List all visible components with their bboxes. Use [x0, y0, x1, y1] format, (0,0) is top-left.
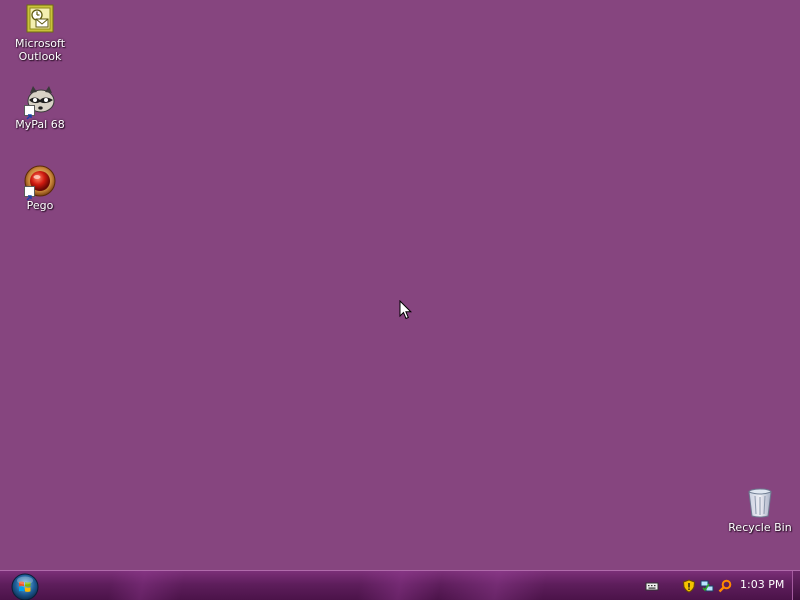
show-desktop-button[interactable]	[792, 571, 800, 600]
desktop-icon-label: Recycle Bin	[728, 521, 792, 534]
mypal-raccoon-icon	[24, 84, 56, 120]
recycle-bin-icon	[744, 487, 776, 519]
windows-start-orb-icon[interactable]	[10, 572, 40, 600]
desktop-icon-mypal-68[interactable]: MyPal 68	[2, 84, 78, 131]
outlook-icon	[24, 3, 56, 35]
taskbar: 1:03 PM	[0, 570, 800, 600]
desktop-icon-label: MyPal 68	[15, 118, 65, 131]
keyboard-icon[interactable]	[645, 578, 659, 592]
pego-red-orb-icon	[24, 165, 56, 201]
system-tray: 1:03 PM	[640, 571, 790, 600]
mouse-cursor-icon	[399, 299, 413, 320]
desktop-icon-recycle-bin[interactable]: Recycle Bin	[722, 487, 798, 534]
desktop-icon-label: Microsoft Outlook	[14, 37, 66, 63]
security-shield-icon[interactable]	[682, 578, 696, 593]
network-icon[interactable]	[700, 578, 714, 592]
shortcut-arrow-icon	[24, 186, 35, 201]
taskbar-clock[interactable]: 1:03 PM	[740, 578, 784, 592]
desktop-icon-pego[interactable]: Pego	[2, 165, 78, 212]
desktop[interactable]: Microsoft Outlook MyPal 68 Pego Recycle …	[0, 0, 800, 570]
desktop-icon-microsoft-outlook[interactable]: Microsoft Outlook	[2, 3, 78, 63]
shortcut-arrow-icon	[24, 105, 35, 120]
search-icon[interactable]	[718, 578, 732, 593]
desktop-icon-label: Pego	[26, 199, 54, 212]
